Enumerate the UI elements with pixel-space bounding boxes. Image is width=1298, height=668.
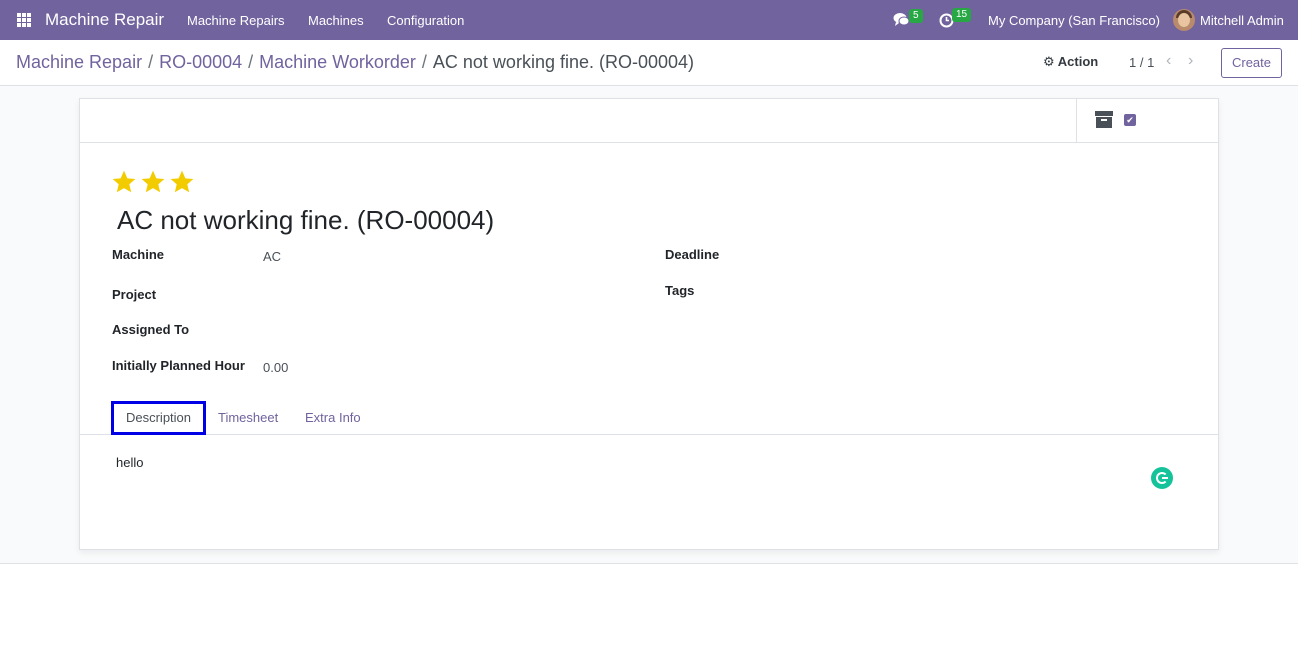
company-switcher[interactable]: My Company (San Francisco) [988, 13, 1160, 28]
deadline-field[interactable] [815, 247, 1115, 263]
tab-extra-info[interactable]: Extra Info [305, 401, 361, 435]
tab-timesheet[interactable]: Timesheet [218, 401, 278, 435]
create-button[interactable]: Create [1221, 48, 1282, 78]
assigned-to-field[interactable] [263, 322, 563, 338]
machine-label: Machine [112, 247, 165, 262]
priority-stars[interactable] [111, 169, 195, 195]
grammarly-icon[interactable] [1151, 467, 1173, 489]
breadcrumb-current: AC not working fine. (RO-00004) [432, 52, 695, 72]
star-icon[interactable] [169, 169, 195, 195]
breadcrumb-item-machine-repair[interactable]: Machine Repair [16, 52, 142, 72]
breadcrumb-separator: / [248, 52, 254, 72]
planned-hour-field[interactable]: 0.00 [263, 360, 288, 375]
form-view: ✔ AC not working fine. (RO-00004) Machin… [0, 86, 1298, 564]
chevron-left-icon[interactable]: ‹ [1166, 52, 1171, 70]
breadcrumb-item-ro[interactable]: RO-00004 [159, 52, 242, 72]
breadcrumb-item-workorder[interactable]: Machine Workorder [259, 52, 416, 72]
tab-description[interactable]: Description [111, 401, 206, 435]
star-icon[interactable] [140, 169, 166, 195]
app-name[interactable]: Machine Repair [45, 10, 164, 30]
gear-icon: ⚙ [1043, 54, 1055, 69]
activities-badge: 15 [952, 8, 972, 22]
deadline-label: Deadline [665, 247, 720, 262]
checkbox-icon[interactable]: ✔ [1124, 114, 1136, 126]
tags-label: Tags [665, 283, 695, 298]
project-label: Project [112, 287, 157, 302]
messages-badge: 5 [909, 9, 923, 23]
project-field[interactable] [263, 287, 563, 303]
breadcrumb-separator: / [148, 52, 154, 72]
archive-icon[interactable] [1095, 111, 1113, 129]
header-divider [1076, 99, 1077, 143]
planned-hour-label: Initially Planned Hour [112, 358, 245, 373]
avatar[interactable] [1173, 9, 1195, 31]
action-button[interactable]: ⚙ Action [1043, 54, 1098, 70]
form-sheet: ✔ AC not working fine. (RO-00004) Machin… [79, 98, 1219, 550]
menu-machines[interactable]: Machines [308, 13, 364, 28]
pager-value[interactable]: 1 / 1 [1129, 55, 1154, 70]
assigned-to-label: Assigned To [112, 322, 190, 337]
notebook-tabs: Description Timesheet Extra Info [80, 399, 1218, 435]
menu-machine-repairs[interactable]: Machine Repairs [187, 13, 285, 28]
control-panel: Machine Repair / RO-00004/Machine Workorde… [0, 40, 1298, 86]
user-menu[interactable]: Mitchell Admin [1200, 13, 1284, 28]
apps-grid-icon[interactable] [17, 13, 31, 27]
record-title[interactable]: AC not working fine. (RO-00004) [117, 205, 494, 236]
menu-configuration[interactable]: Configuration [387, 13, 464, 28]
action-label: Action [1057, 54, 1099, 69]
breadcrumb: Machine Repair / RO-00004/Machine Workorde… [16, 52, 694, 73]
chevron-right-icon[interactable]: › [1188, 52, 1193, 70]
machine-field[interactable]: AC [263, 249, 281, 264]
description-editor[interactable]: hello [116, 455, 143, 470]
chat-icon[interactable] [893, 12, 910, 27]
star-icon[interactable] [111, 169, 137, 195]
breadcrumb-separator: / [421, 52, 427, 72]
top-navbar: Machine Repair Machine Repairs Machines … [0, 0, 1298, 40]
tags-field[interactable] [815, 283, 1115, 299]
sheet-header: ✔ [80, 99, 1218, 143]
